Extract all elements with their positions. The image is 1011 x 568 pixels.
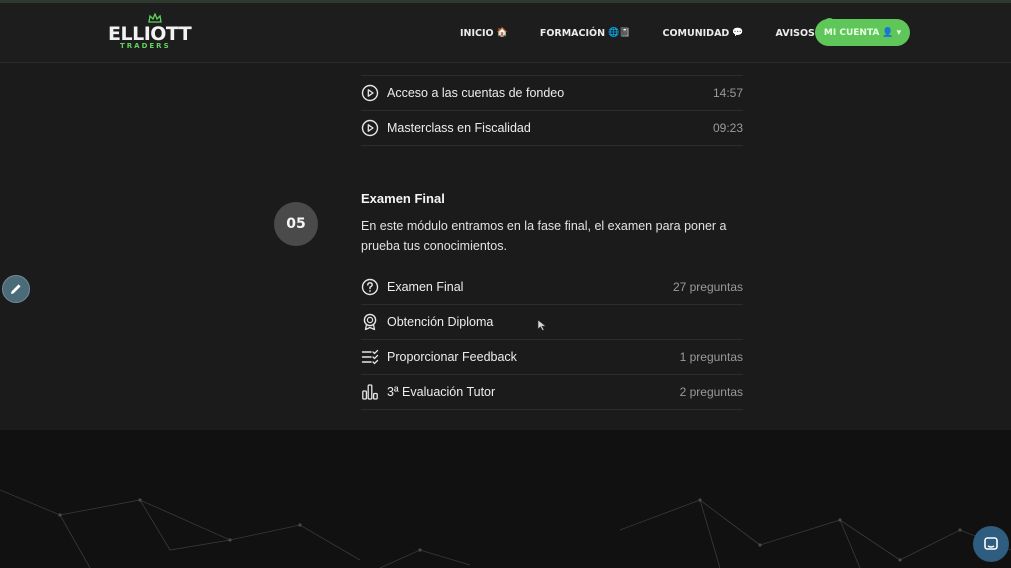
module-title: Examen Final — [361, 191, 445, 206]
lesson-title: Masterclass en Fiscalidad — [387, 121, 531, 135]
lesson-meta: 27 preguntas — [672, 280, 743, 294]
nav-label: FORMACIÓN — [539, 27, 606, 39]
module-number: 05 — [274, 202, 318, 246]
account-label: MI CUENTA — [823, 27, 880, 38]
nav-label: INICIO — [460, 27, 494, 39]
user-icon: 👤 — [882, 27, 894, 38]
lesson-duration: 09:23 — [712, 121, 743, 135]
lesson-title: Proporcionar Feedback — [387, 350, 517, 364]
brand-sub: TRADERS — [120, 42, 171, 50]
page: ELLIOTT TRADERS INICIO 🏠 FORMACIÓN 🌐📓 CO… — [0, 0, 1011, 568]
chevron-down-icon: ▾ — [896, 27, 902, 38]
nav-item-comunidad[interactable]: COMUNIDAD 💬 — [662, 28, 743, 39]
lesson-row-hidden — [361, 44, 743, 76]
lesson-title: Obtención Diploma — [387, 315, 494, 329]
speech-bubble-icon: 💬 — [732, 28, 744, 38]
lesson-title: 3ª Evaluación Tutor — [387, 385, 496, 399]
footer-network-graphic — [0, 430, 1011, 568]
nav-item-inicio[interactable]: INICIO 🏠 — [460, 28, 508, 39]
lesson-meta: 1 preguntas — [679, 350, 743, 364]
lesson-row[interactable]: Examen Final 27 preguntas — [361, 270, 743, 305]
home-icon: 🏠 — [496, 28, 508, 38]
lesson-row[interactable]: 3ª Evaluación Tutor 2 preguntas — [361, 375, 743, 410]
nav-label: COMUNIDAD — [662, 27, 730, 39]
lesson-row[interactable]: Proporcionar Feedback 1 preguntas — [361, 340, 743, 375]
award-icon — [361, 313, 379, 331]
lesson-duration: 14:57 — [712, 86, 743, 100]
nav-item-formacion[interactable]: FORMACIÓN 🌐📓 — [540, 28, 631, 39]
lesson-row[interactable]: Masterclass en Fiscalidad 09:23 — [361, 111, 743, 146]
lesson-row[interactable]: Acceso a las cuentas de fondeo 14:57 — [361, 76, 743, 111]
question-circle-icon — [361, 278, 379, 296]
nav-label: AVISOS — [775, 27, 815, 39]
lesson-row[interactable]: Obtención Diploma — [361, 305, 743, 340]
pencil-icon — [11, 284, 21, 294]
lesson-title: Acceso a las cuentas de fondeo — [387, 86, 565, 100]
crown-icon — [148, 13, 162, 23]
play-circle-icon — [361, 84, 379, 102]
bar-chart-icon — [361, 383, 379, 401]
mouse-pointer-icon — [537, 318, 547, 336]
play-circle-icon — [361, 119, 379, 137]
lesson-title: Examen Final — [387, 280, 464, 294]
module-description: En este módulo entramos en la fase final… — [361, 219, 727, 253]
account-button[interactable]: MI CUENTA 👤 ▾ — [815, 19, 910, 46]
globe-book-icon: 🌐📓 — [608, 28, 631, 38]
edit-button[interactable] — [2, 275, 30, 303]
chat-button[interactable] — [973, 526, 1009, 562]
brand-logo[interactable]: ELLIOTT TRADERS — [108, 13, 192, 51]
lesson-meta: 2 preguntas — [679, 385, 743, 399]
checklist-icon — [361, 348, 379, 366]
chat-icon — [984, 537, 998, 550]
